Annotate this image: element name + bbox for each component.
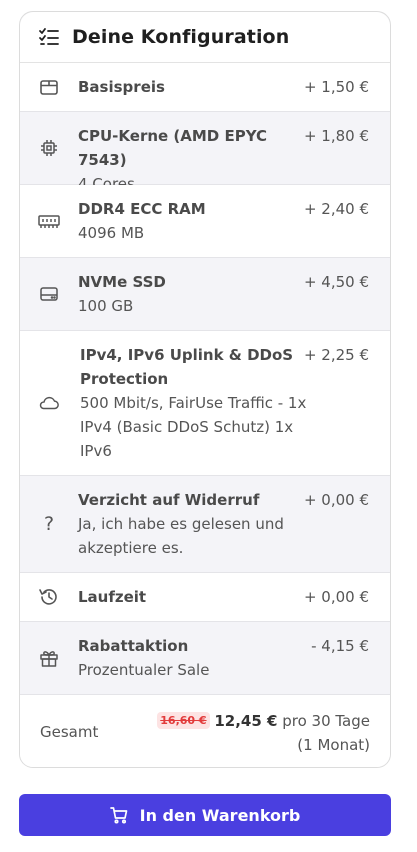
item-description: Prozentualer Sale <box>78 661 210 679</box>
question-icon: ? <box>43 513 55 535</box>
total-row: Gesamt 16,60 € 12,45 € pro 30 Tage (1 Mo… <box>20 695 390 767</box>
total-label: Gesamt <box>40 723 99 741</box>
history-icon <box>38 586 60 608</box>
item-name: NVMe SSD <box>78 273 166 291</box>
checklist-icon <box>38 26 60 48</box>
card-header: Deine Konfiguration <box>20 12 390 63</box>
add-to-cart-label: In den Warenkorb <box>139 805 301 825</box>
cloud-icon <box>38 392 60 414</box>
line-item-ram: DDR4 ECC RAM 4096 MB + 2,40 € <box>20 185 390 258</box>
cart-icon <box>109 806 128 824</box>
billing-period: pro 30 Tage (1 Monat) <box>282 712 370 754</box>
drive-icon <box>38 283 60 305</box>
gift-icon <box>38 647 60 669</box>
item-name: CPU-Kerne (AMD EPYC 7543) <box>78 127 268 169</box>
item-price: + 2,40 € <box>303 200 369 218</box>
box-icon <box>38 76 60 98</box>
line-item-cpu: CPU-Kerne (AMD EPYC 7543) 4 Cores + 1,80… <box>20 112 390 193</box>
line-item-withdrawal-waiver: ? Verzicht auf Widerruf Ja, ich habe es … <box>20 476 390 573</box>
item-description: 4096 MB <box>78 224 145 242</box>
line-item-ssd: NVMe SSD 100 GB + 4,50 € <box>20 258 390 331</box>
configuration-card: Deine Konfiguration Basispreis + 1,50 € … <box>19 11 391 768</box>
line-item-term: Laufzeit + 0,00 € <box>20 573 390 622</box>
item-name: Rabattaktion <box>78 637 189 655</box>
item-price: + 2,25 € <box>303 346 369 364</box>
total-amount: 16,60 € 12,45 € pro 30 Tage (1 Monat) <box>140 709 370 757</box>
item-name: IPv4, IPv6 Uplink & DDoS Protection <box>80 346 294 388</box>
item-description: Ja, ich habe es gelesen und akzeptiere e… <box>78 515 284 557</box>
item-name: DDR4 ECC RAM <box>78 200 206 218</box>
item-price: + 1,80 € <box>303 127 369 145</box>
card-title: Deine Konfiguration <box>72 26 290 48</box>
item-description: 100 GB <box>78 297 134 315</box>
item-name: Basispreis <box>78 78 165 96</box>
item-price: - 4,15 € <box>311 637 369 655</box>
cpu-icon <box>38 137 60 159</box>
line-item-base-price: Basispreis + 1,50 € <box>20 63 390 112</box>
old-price: 16,60 € <box>157 712 210 729</box>
item-price: + 1,50 € <box>303 78 369 96</box>
item-price: + 4,50 € <box>303 273 369 291</box>
item-price: + 0,00 € <box>303 588 369 606</box>
item-description: 500 Mbit/s, FairUse Traffic - 1x IPv4 (B… <box>80 394 307 460</box>
new-price: 12,45 € <box>214 712 278 730</box>
item-name: Laufzeit <box>78 588 147 606</box>
item-name: Verzicht auf Widerruf <box>78 491 260 509</box>
ram-icon <box>38 210 60 232</box>
line-item-network: IPv4, IPv6 Uplink & DDoS Protection 500 … <box>20 331 390 476</box>
add-to-cart-button[interactable]: In den Warenkorb <box>19 794 391 836</box>
item-price: + 0,00 € <box>303 491 369 509</box>
line-item-discount: Rabattaktion Prozentualer Sale - 4,15 € <box>20 622 390 695</box>
